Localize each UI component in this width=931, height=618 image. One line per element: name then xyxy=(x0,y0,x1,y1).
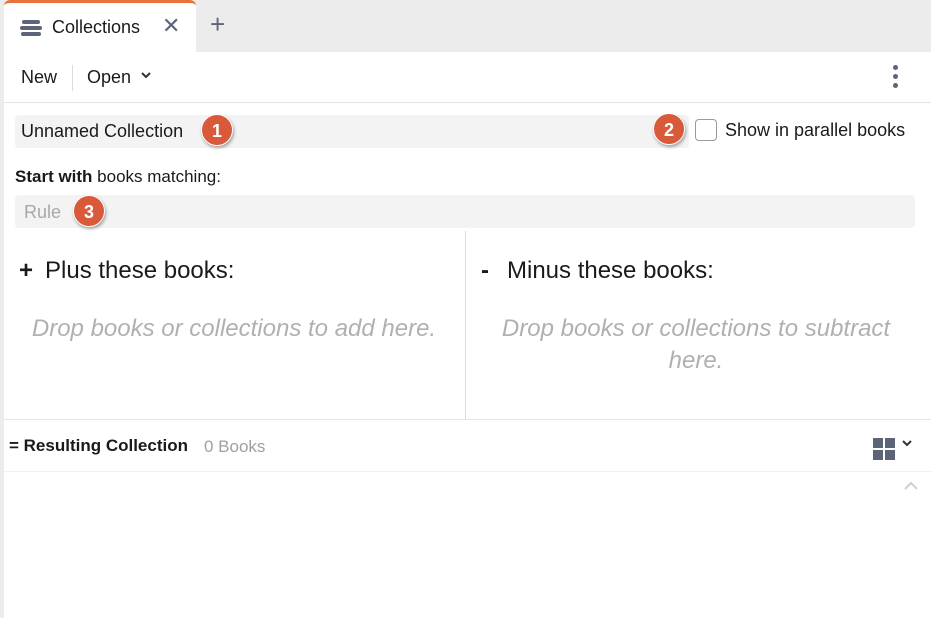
rule-input[interactable]: Rule xyxy=(15,195,915,228)
chevron-down-icon[interactable] xyxy=(140,68,152,83)
drop-area: + Plus these books: Drop books or collect… xyxy=(4,231,931,420)
new-button[interactable]: New xyxy=(21,67,57,88)
collection-name-input[interactable]: Unnamed Collection xyxy=(15,115,689,148)
result-count: 0 Books xyxy=(204,437,266,456)
tab-label: Collections xyxy=(52,17,141,37)
plus-drop-zone[interactable]: + Plus these books: Drop books or collect… xyxy=(4,231,465,420)
plus-drop-hint: Drop books or collections to add here. xyxy=(31,315,437,342)
rule-placeholder: Rule xyxy=(24,202,62,222)
toolbar: New Open xyxy=(4,52,931,103)
callout-badge-1: 1 xyxy=(201,114,233,146)
callout-badge-2: 2 xyxy=(653,113,685,145)
vertical-ellipsis-icon[interactable] xyxy=(892,65,900,89)
result-bar: = Resulting Collection 0 Books xyxy=(4,421,931,472)
open-button[interactable]: Open xyxy=(87,67,131,88)
callout-badge-3: 3 xyxy=(73,195,105,227)
parallel-books-label: Show in parallel books xyxy=(725,120,906,140)
minus-drop-hint: Drop books or collections to subtract he… xyxy=(501,315,891,374)
result-title: = Resulting Collection xyxy=(9,436,188,455)
plus-heading: + Plus these books: xyxy=(19,257,235,284)
minus-heading: - Minus these books: xyxy=(481,257,714,284)
tab-collections[interactable]: Collections ✕ xyxy=(4,0,196,52)
start-with-label: Start with books matching: xyxy=(15,167,221,186)
parallel-books-checkbox[interactable] xyxy=(695,119,717,141)
grid-view-icon[interactable] xyxy=(873,438,895,460)
scroll-up-icon[interactable] xyxy=(903,478,919,494)
close-icon[interactable]: ✕ xyxy=(162,15,180,37)
minus-drop-zone[interactable]: - Minus these books: Drop books or collec… xyxy=(466,231,931,420)
collection-name-value: Unnamed Collection xyxy=(21,121,184,141)
tab-bar: Collections ✕ + xyxy=(0,0,931,52)
add-tab-button[interactable]: + xyxy=(210,11,225,37)
collection-panel: New Open Unnamed Collection 1 2 Show in … xyxy=(4,52,931,618)
toolbar-divider xyxy=(72,65,73,91)
collections-icon xyxy=(20,20,42,38)
chevron-down-icon[interactable] xyxy=(901,436,913,451)
